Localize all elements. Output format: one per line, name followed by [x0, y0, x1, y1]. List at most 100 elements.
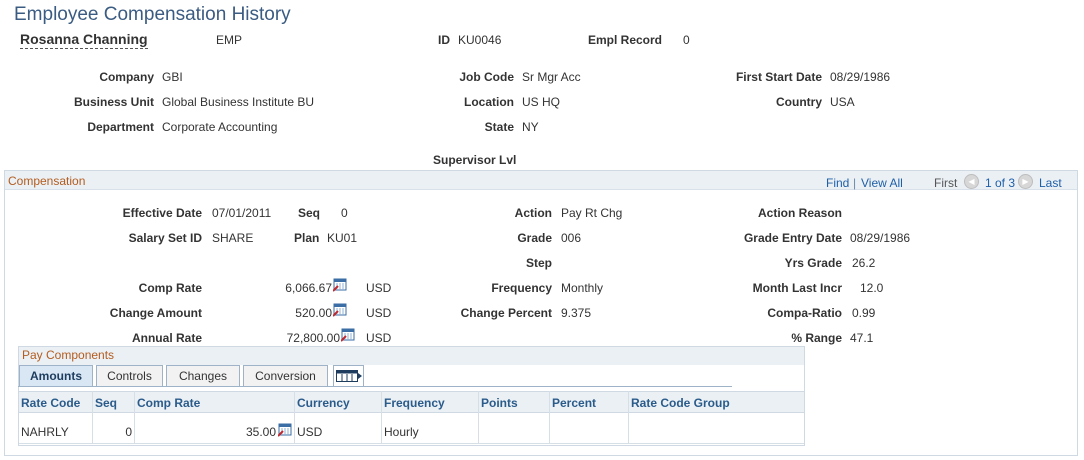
change-amount-label: Change Amount	[109, 306, 202, 320]
cell-comp-rate: 35.00	[245, 425, 276, 439]
employee-id: KU0046	[458, 33, 502, 47]
location-value: US HQ	[522, 95, 561, 109]
cell-seq: 0	[125, 425, 132, 439]
department-label: Department	[87, 120, 154, 134]
tab-amounts[interactable]: Amounts	[19, 365, 93, 387]
prev-arrow-icon[interactable]: ◀	[964, 174, 979, 189]
column-divider	[294, 391, 295, 444]
salary-set-value: SHARE	[212, 231, 254, 245]
column-header-frequency[interactable]: Frequency	[384, 396, 445, 410]
calendar-calculator-icon[interactable]	[341, 328, 355, 342]
comp-rate-currency: USD	[366, 281, 392, 295]
page-title: Employee Compensation History	[14, 4, 291, 25]
first-start-label: First Start Date	[735, 70, 822, 84]
business-unit-value: Global Business Institute BU	[162, 95, 315, 109]
action-value: Pay Rt Chg	[561, 206, 623, 220]
change-percent-value: 9.375	[561, 306, 592, 320]
id-label: ID	[438, 33, 450, 47]
frequency-label: Frequency	[491, 281, 552, 295]
employee-type: EMP	[216, 33, 243, 47]
comp-rate-value: 6,066.67	[285, 281, 332, 295]
business-unit-label: Business Unit	[73, 95, 154, 109]
job-code-label: Job Code	[459, 70, 514, 84]
state-value: NY	[522, 120, 539, 134]
seq-label: Seq	[298, 206, 321, 220]
annual-rate-currency: USD	[366, 331, 392, 345]
company-value: GBI	[162, 70, 183, 84]
pay-components-header	[19, 347, 804, 365]
column-divider	[628, 391, 629, 444]
country-label: Country	[776, 95, 822, 109]
nav-separator: |	[853, 176, 857, 190]
grade-entry-value: 08/29/1986	[850, 231, 911, 245]
tab-changes[interactable]: Changes	[166, 365, 240, 387]
effective-date-value: 07/01/2011	[212, 206, 272, 220]
next-arrow-icon[interactable]: ▶	[1018, 174, 1033, 189]
calendar-calculator-icon[interactable]	[333, 303, 347, 317]
column-header-seq[interactable]: Seq	[95, 396, 117, 410]
cell-rate-code: NAHRLY	[21, 425, 69, 439]
row-count: 1 of 3	[985, 176, 1016, 190]
column-header-rate-code[interactable]: Rate Code	[21, 396, 80, 410]
percent-range-value: 47.1	[850, 331, 874, 345]
grade-label: Grade	[517, 231, 552, 245]
last-link[interactable]: Last	[1039, 176, 1062, 190]
company-label: Company	[99, 70, 154, 84]
column-header-currency[interactable]: Currency	[297, 396, 350, 410]
compensation-header	[5, 171, 1077, 190]
supervisor-level-label: Supervisor Lvl	[433, 153, 517, 167]
column-header-points[interactable]: Points	[481, 396, 518, 410]
salary-set-label: Salary Set ID	[128, 231, 202, 245]
first-label: First	[934, 176, 958, 190]
column-header-comp-rate[interactable]: Comp Rate	[137, 396, 200, 410]
column-divider	[92, 391, 93, 444]
department-value: Corporate Accounting	[162, 120, 278, 134]
empl-record-value: 0	[683, 33, 690, 47]
change-amount-value: 520.00	[295, 306, 332, 320]
action-reason-label: Action Reason	[757, 206, 842, 220]
tab-controls[interactable]: Controls	[96, 365, 163, 387]
column-divider	[134, 391, 135, 444]
empl-record-label: Empl Record	[588, 33, 663, 47]
state-label: State	[484, 120, 514, 134]
calendar-calculator-icon[interactable]	[278, 423, 292, 437]
country-value: USA	[830, 95, 855, 109]
row-divider	[19, 443, 804, 444]
column-divider	[549, 391, 550, 444]
tab-conversion[interactable]: Conversion	[243, 365, 328, 387]
compa-ratio-label: Compa-Ratio	[767, 306, 842, 320]
column-header-rate-code-group[interactable]: Rate Code Group	[631, 396, 730, 410]
column-divider	[381, 391, 382, 444]
cell-frequency: Hourly	[384, 425, 419, 439]
grade-entry-label: Grade Entry Date	[743, 231, 842, 245]
plan-label: Plan	[294, 231, 320, 245]
job-code-value: Sr Mgr Acc	[522, 70, 581, 84]
compensation-title: Compensation	[8, 174, 86, 188]
comp-rate-label: Comp Rate	[138, 281, 202, 295]
frequency-value: Monthly	[561, 281, 604, 295]
action-label: Action	[514, 206, 552, 220]
show-all-columns-tab[interactable]	[333, 365, 364, 387]
grade-value: 006	[561, 231, 582, 245]
column-divider	[478, 391, 479, 444]
annual-rate-label: Annual Rate	[131, 331, 202, 345]
annual-rate-value: 72,800.00	[286, 331, 340, 345]
location-label: Location	[464, 95, 514, 109]
pay-components-title: Pay Components	[22, 348, 115, 362]
plan-value: KU01	[327, 231, 358, 245]
percent-range-label: % Range	[791, 331, 842, 345]
month-last-incr-label: Month Last Incr	[752, 281, 842, 295]
cell-currency: USD	[297, 425, 323, 439]
yrs-grade-label: Yrs Grade	[784, 256, 842, 270]
calendar-calculator-icon[interactable]	[333, 278, 347, 292]
show-all-columns-icon	[335, 370, 362, 382]
tab-strip-border	[18, 386, 732, 387]
view-all-link[interactable]: View All	[861, 176, 903, 190]
compa-ratio-value: 0.99	[852, 306, 876, 320]
column-header-percent[interactable]: Percent	[552, 396, 596, 410]
step-label: Step	[525, 256, 552, 270]
employee-name[interactable]: Rosanna Channing	[20, 31, 148, 49]
seq-value: 0	[341, 206, 348, 220]
change-amount-currency: USD	[366, 306, 392, 320]
find-link[interactable]: Find	[826, 176, 849, 190]
